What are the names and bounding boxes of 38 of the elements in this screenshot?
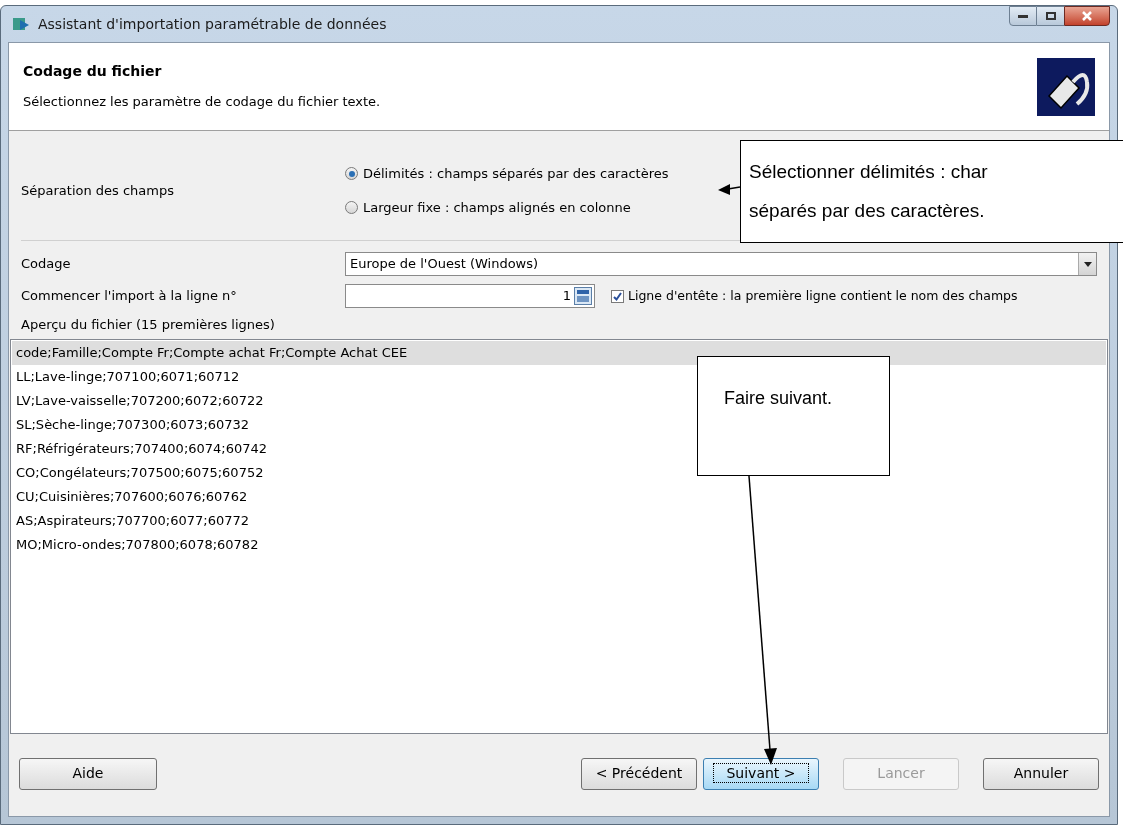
maximize-button[interactable] (1037, 6, 1064, 26)
preview-line[interactable]: AS;Aspirateurs;707700;6077;60772 (12, 508, 252, 533)
callout-text: séparés par des caractères. (749, 198, 986, 223)
network-cable-icon (1037, 57, 1095, 116)
header-subtitle: Sélectionnez les paramètre de codage du fichier texte. (23, 93, 381, 112)
app-icon (12, 16, 30, 32)
dropdown-arrow-icon (1083, 261, 1092, 267)
preview-line[interactable]: LL;Lave-linge;707100;6071;60712 (12, 364, 242, 389)
preview-line[interactable]: CU;Cuisinières;707600;6076;60762 (12, 484, 250, 509)
header-title: Codage du fichier (23, 62, 163, 82)
radio-button[interactable] (345, 200, 358, 214)
preview-line[interactable]: MO;Micro-ondes;707800;6078;60782 (12, 532, 261, 557)
dialog-button[interactable]: Suivant > (703, 757, 819, 790)
dialog-button[interactable]: < Précédent (581, 757, 697, 790)
minimize-button[interactable] (1009, 6, 1037, 26)
checkbox-label: Ligne d'entête : la première ligne contient le nom des champs (628, 286, 1018, 305)
checkbox[interactable] (611, 289, 624, 303)
preview-label: Aperçu du fichier (15 premières lignes) (21, 316, 276, 334)
callout-text: Sélectionner délimités : char (749, 160, 989, 184)
dialog-button[interactable]: Annuler (983, 757, 1099, 790)
radio-label: Délimités : champs séparés par des caractères (363, 165, 669, 183)
field-label: Codage (21, 255, 72, 274)
close-button[interactable] (1064, 6, 1110, 26)
radio-label: Largeur fixe : champs alignés en colonne (363, 198, 631, 217)
close-icon (1082, 11, 1092, 21)
window-title: Assistant d'importation paramétrable de données (38, 14, 387, 34)
preview-line[interactable]: CO;Congélateurs;707500;6075;60752 (12, 460, 266, 485)
radio-button[interactable] (345, 167, 358, 181)
calculator-icon[interactable] (574, 287, 592, 305)
callout-text: Faire suivant. (724, 387, 834, 410)
preview-line[interactable]: LV;Lave-vaisselle;707200;6072;60722 (12, 388, 266, 413)
encoding-dropdown[interactable]: Europe de l'Ouest (Windows) (345, 252, 1097, 276)
preview-line[interactable]: RF;Réfrigérateurs;707400;6074;60742 (12, 436, 270, 461)
line-number-field[interactable]: 1 (345, 284, 595, 308)
field-label: Commencer l'import à la ligne n° (21, 287, 238, 306)
dialog-button[interactable]: Aide (19, 757, 157, 790)
field-label: Séparation des champs (21, 181, 175, 200)
preview-line[interactable]: SL;Sèche-linge;707300;6073;60732 (12, 412, 252, 437)
